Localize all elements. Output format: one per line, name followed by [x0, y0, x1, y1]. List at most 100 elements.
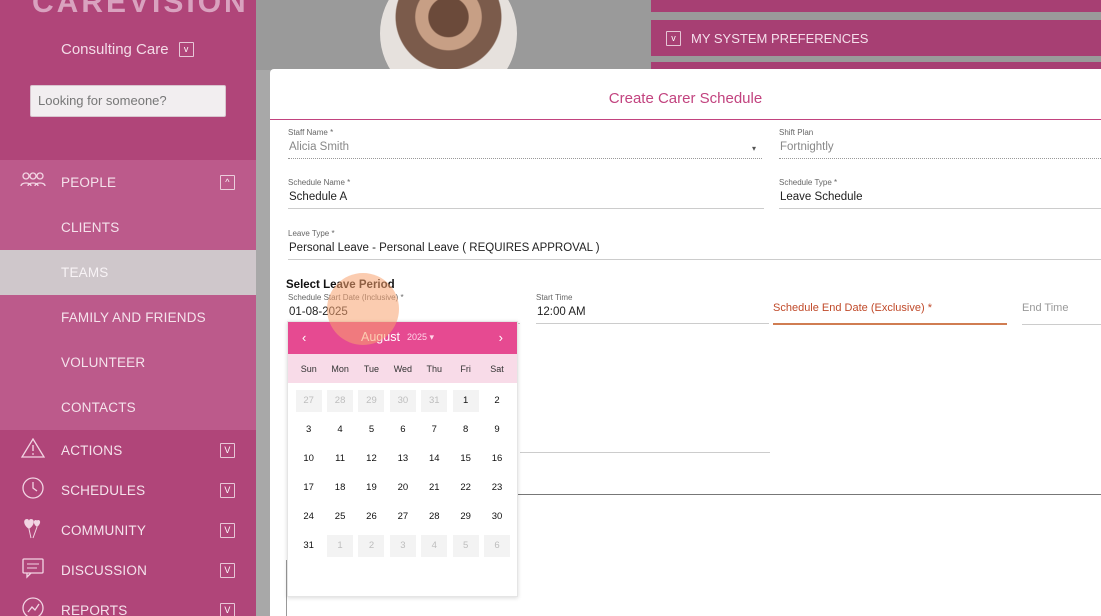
clock-icon — [20, 476, 46, 505]
field-label: Schedule Start Date (Inclusive) * — [288, 293, 404, 302]
shift-plan-value[interactable]: Fortnightly — [779, 141, 1101, 159]
next-month-button[interactable]: › — [499, 330, 503, 345]
calendar-day[interactable]: 8 — [453, 419, 479, 441]
calendar-day[interactable]: 27 — [390, 506, 416, 528]
calendar-day: 29 — [358, 389, 385, 412]
sidebar-item-family-and-friends[interactable]: FAMILY AND FRIENDS — [0, 295, 256, 340]
start-date-field[interactable]: Schedule Start Date (Inclusive) * 01-08-… — [288, 293, 520, 324]
sidebar-item-discussion[interactable]: DISCUSSION v — [0, 550, 256, 590]
calendar-day[interactable]: 23 — [484, 477, 510, 499]
schedule-type-field[interactable]: Schedule Type * Leave Schedule — [779, 178, 1101, 209]
schedule-name-input[interactable]: Schedule A — [288, 191, 764, 209]
weekday-label: Sun — [300, 363, 317, 374]
calendar-day[interactable]: 1 — [452, 389, 479, 412]
calendar-day[interactable]: 25 — [327, 506, 353, 528]
chat-icon — [20, 557, 46, 584]
leave-type-field[interactable]: Leave Type * Personal Leave - Personal L… — [288, 229, 1101, 260]
date-picker-header: ‹ August 2025 ▾ › — [288, 322, 517, 354]
weekday-label: Mon — [331, 363, 349, 374]
calendar-day: 4 — [421, 534, 448, 557]
chevron-down-icon[interactable]: v — [220, 562, 235, 578]
sidebar-item-contacts[interactable]: CONTACTS — [0, 385, 256, 430]
calendar-day[interactable]: 16 — [484, 448, 510, 470]
calendar-day[interactable]: 26 — [358, 506, 384, 528]
calendar-day[interactable]: 20 — [390, 477, 416, 499]
shift-plan-field[interactable]: Shift Plan Fortnightly — [779, 128, 1101, 159]
calendar-day[interactable]: 7 — [421, 419, 447, 441]
chevron-down-icon[interactable]: v — [220, 482, 235, 498]
calendar-day: 6 — [484, 534, 511, 557]
calendar-day[interactable]: 13 — [390, 448, 416, 470]
dropdown-caret-icon[interactable]: ▾ — [752, 144, 756, 153]
calendar-day[interactable]: 17 — [296, 477, 322, 499]
end-date-input[interactable]: Schedule End Date (Exclusive) * — [773, 302, 1007, 325]
calendar-day[interactable]: 9 — [484, 419, 510, 441]
sidebar-item-volunteer[interactable]: VOLUNTEER — [0, 340, 256, 385]
sidebar-item-label: REPORTS — [61, 602, 128, 616]
sidebar-item-community[interactable]: COMMUNITY v — [0, 510, 256, 550]
calendar-day[interactable]: 19 — [358, 477, 384, 499]
calendar-day[interactable]: 28 — [421, 506, 447, 528]
panel-bar — [651, 0, 1101, 12]
calendar-day[interactable]: 31 — [296, 535, 322, 557]
calendar-day: 27 — [295, 389, 322, 412]
calendar-day: 1 — [327, 534, 354, 557]
calendar-day[interactable]: 11 — [327, 448, 353, 470]
chevron-down-icon[interactable]: v — [178, 42, 194, 57]
reports-icon — [20, 596, 46, 616]
sidebar-item-label: COMMUNITY — [61, 522, 147, 538]
schedule-name-field[interactable]: Schedule Name * Schedule A — [288, 178, 764, 209]
org-selector[interactable]: Consulting Care v — [61, 41, 194, 58]
calendar-day[interactable]: 2 — [484, 390, 510, 412]
end-time-input[interactable]: End Time — [1022, 302, 1101, 325]
calendar-day[interactable]: 6 — [390, 419, 416, 441]
calendar-day[interactable]: 18 — [327, 477, 353, 499]
calendar-day: 28 — [327, 389, 354, 412]
calendar-day[interactable]: 14 — [421, 448, 447, 470]
sidebar: CAREVISION Consulting Care v Looking for… — [0, 0, 256, 616]
chevron-down-icon[interactable]: v — [220, 602, 235, 616]
chevron-down-icon[interactable]: v — [220, 442, 235, 458]
chevron-up-icon[interactable]: ^ — [220, 175, 235, 190]
calendar-day[interactable]: 3 — [296, 419, 322, 441]
chevron-down-icon[interactable]: v — [666, 30, 681, 46]
sidebar-item-people[interactable]: PEOPLE ^ — [0, 160, 256, 205]
leave-type-value[interactable]: Personal Leave - Personal Leave ( REQUIR… — [288, 242, 1101, 260]
date-picker: ‹ August 2025 ▾ › SunMonTueWedThuFriSat … — [287, 321, 518, 597]
calendar-day[interactable]: 24 — [296, 506, 322, 528]
calendar-day[interactable]: 29 — [453, 506, 479, 528]
staff-name-field[interactable]: Staff Name * Alicia Smith ▾ — [288, 128, 762, 159]
calendar-day[interactable]: 4 — [327, 419, 353, 441]
weekday-label: Sat — [490, 363, 504, 374]
schedule-type-value[interactable]: Leave Schedule — [779, 191, 1101, 209]
year-label: 2025 — [407, 332, 428, 342]
preferences-panel-header[interactable]: v MY SYSTEM PREFERENCES — [651, 20, 1101, 56]
calendar-day[interactable]: 10 — [296, 448, 322, 470]
day-grid: 27 28 29 30 31 1 2 3 4 5 6 7 8 9 10 11 12 13 14 15 16 17 18 19 2… — [288, 383, 517, 560]
prev-month-button[interactable]: ‹ — [302, 330, 306, 345]
calendar-day: 31 — [421, 389, 448, 412]
modal-title: Create Carer Schedule — [270, 69, 1101, 120]
year-selector[interactable]: 2025 ▾ — [407, 332, 434, 343]
sidebar-item-schedules[interactable]: SCHEDULES v — [0, 470, 256, 510]
people-icon — [20, 171, 46, 194]
chevron-down-icon[interactable]: v — [220, 522, 235, 538]
start-time-field[interactable]: Start Time 12:00 AM — [536, 293, 769, 324]
calendar-day[interactable]: 21 — [421, 477, 447, 499]
staff-name-value[interactable]: Alicia Smith — [288, 141, 762, 159]
field-label: Schedule Name * — [288, 178, 351, 187]
calendar-day[interactable]: 5 — [358, 419, 384, 441]
start-time-input[interactable]: 12:00 AM — [536, 306, 769, 324]
sidebar-item-label: DISCUSSION — [61, 562, 148, 578]
sidebar-item-actions[interactable]: ACTIONS v — [0, 430, 256, 470]
sidebar-item-reports[interactable]: REPORTS v — [0, 590, 256, 616]
org-name: Consulting Care — [61, 41, 169, 58]
calendar-day[interactable]: 22 — [453, 477, 479, 499]
calendar-day[interactable]: 30 — [484, 506, 510, 528]
sidebar-item-clients[interactable]: CLIENTS — [0, 205, 256, 250]
calendar-day[interactable]: 15 — [453, 448, 479, 470]
sidebar-item-label: PEOPLE — [61, 175, 117, 190]
sidebar-item-teams[interactable]: TEAMS — [0, 250, 256, 295]
calendar-day[interactable]: 12 — [358, 448, 384, 470]
search-input[interactable]: Looking for someone? — [30, 85, 226, 117]
